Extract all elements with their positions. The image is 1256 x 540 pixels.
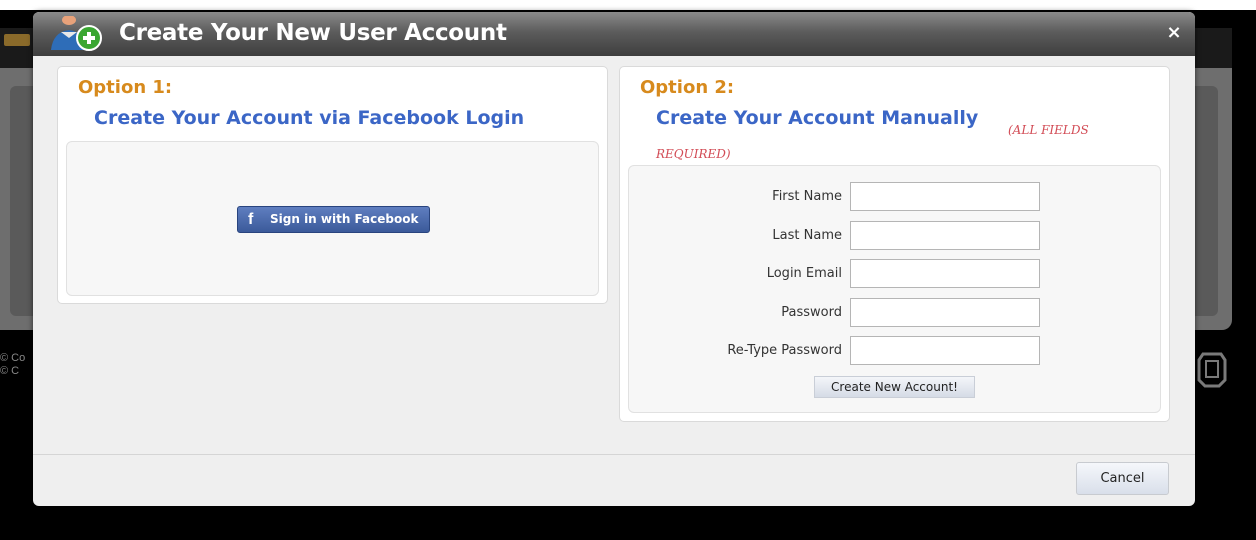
create-account-dialog: Create Your New User Account × Option 1:… [33, 12, 1195, 506]
facebook-signin-label: Sign in with Facebook [270, 212, 419, 226]
facebook-icon: f [248, 211, 254, 228]
required-note-line2: REQUIRED) [656, 147, 731, 161]
dialog-titlebar: Create Your New User Account × [33, 12, 1195, 56]
option2-heading: Create Your Account Manually [656, 107, 979, 129]
option1-label: Option 1: [78, 77, 173, 98]
last-name-input[interactable] [850, 221, 1040, 250]
cancel-button[interactable]: Cancel [1076, 462, 1169, 495]
background-copyright-line2: © C [0, 365, 20, 377]
retype-password-row: Re-Type Password [629, 336, 1162, 366]
required-note-line1: (ALL FIELDS [1008, 123, 1089, 137]
background-copyright-line1: © Co [0, 352, 26, 364]
password-label: Password [781, 305, 842, 320]
option2-panel: Option 2: Create Your Account Manually (… [619, 66, 1170, 422]
option1-heading: Create Your Account via Facebook Login [94, 107, 525, 129]
retype-password-input[interactable] [850, 336, 1040, 365]
create-account-button[interactable]: Create New Account! [814, 376, 975, 398]
close-icon[interactable]: × [1165, 24, 1183, 42]
add-user-icon [51, 16, 102, 51]
dialog-title: Create Your New User Account [119, 20, 507, 46]
last-name-label: Last Name [772, 228, 842, 243]
option1-panel: Option 1: Create Your Account via Facebo… [57, 66, 608, 304]
login-email-input[interactable] [850, 259, 1040, 288]
login-email-label: Login Email [766, 266, 842, 281]
option2-label: Option 2: [640, 77, 735, 98]
footer-divider [33, 454, 1195, 455]
last-name-row: Last Name [629, 221, 1162, 251]
facebook-signin-button[interactable]: f Sign in with Facebook [237, 206, 430, 233]
background-top-strip [0, 0, 1256, 10]
login-email-row: Login Email [629, 259, 1162, 289]
signup-form: First Name Last Name Login Email Passwor… [628, 165, 1161, 413]
first-name-label: First Name [772, 189, 842, 204]
background-copyright: © Co © C [0, 352, 30, 378]
first-name-input[interactable] [850, 182, 1040, 211]
retype-password-label: Re-Type Password [727, 343, 842, 358]
first-name-row: First Name [629, 182, 1162, 212]
logo-icon [1197, 352, 1227, 388]
option1-content-box: f Sign in with Facebook [66, 141, 599, 296]
background-book-icon [4, 34, 30, 46]
password-input[interactable] [850, 298, 1040, 327]
password-row: Password [629, 298, 1162, 328]
